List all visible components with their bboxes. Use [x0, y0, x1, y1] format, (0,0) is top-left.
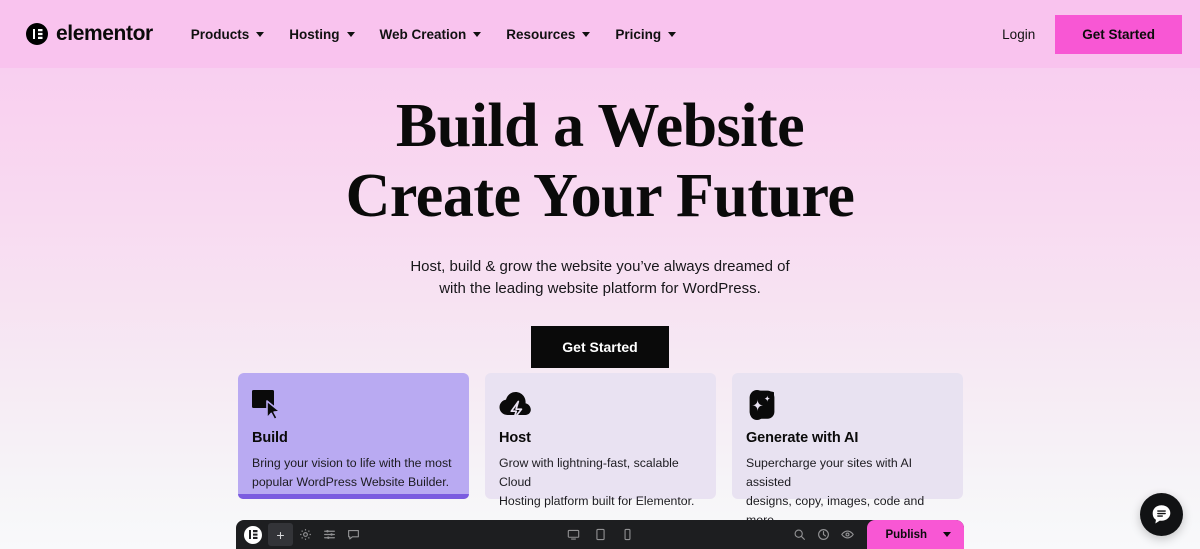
feature-card-description: Grow with lightning-fast, scalable Cloud… — [499, 454, 702, 511]
search-icon[interactable] — [787, 523, 811, 546]
history-icon[interactable] — [811, 523, 835, 546]
chevron-down-icon — [582, 31, 591, 37]
chat-bubble-icon — [1152, 505, 1171, 524]
hero-section: Build a Website Create Your Future Host,… — [0, 68, 1200, 368]
feature-cards: Build Bring your vision to life with the… — [238, 373, 963, 527]
nav-item-web-creation[interactable]: Web Creation — [380, 27, 482, 42]
elementor-mark-icon[interactable] — [244, 525, 262, 544]
hero-subtitle: Host, build & grow the website you’ve al… — [0, 256, 1200, 300]
feature-card-host[interactable]: Host Grow with lightning-fast, scalable … — [485, 373, 716, 508]
nav-label: Products — [190, 26, 250, 42]
header-actions: Login Get Started — [998, 14, 1182, 54]
add-element-button[interactable]: + — [268, 523, 293, 546]
nav-label: Hosting — [289, 26, 340, 42]
feature-card-generate-with-ai[interactable]: Generate with AI Supercharge your sites … — [732, 373, 963, 527]
feature-card-title: Host — [499, 430, 531, 446]
nav-item-products[interactable]: Products — [191, 27, 265, 42]
feature-card-description: Supercharge your sites with AI assisted … — [746, 454, 949, 530]
hero-title: Build a Website Create Your Future — [0, 68, 1200, 231]
feature-card-build[interactable]: Build Bring your vision to life with the… — [238, 373, 469, 499]
publish-label: Publish — [885, 528, 927, 541]
desc-line-1: Grow with lightning-fast, scalable Cloud — [499, 456, 679, 489]
chevron-down-icon — [473, 31, 482, 37]
main-navigation: Products Hosting Web Creation Resources … — [191, 26, 677, 42]
mobile-icon[interactable] — [615, 523, 639, 546]
chevron-down-icon — [346, 31, 355, 37]
toolbar-left-group: + — [236, 520, 365, 549]
nav-label: Resources — [506, 26, 576, 42]
settings-gear-icon[interactable] — [293, 523, 317, 546]
nav-item-resources[interactable]: Resources — [506, 26, 591, 42]
feature-card-description: Bring your vision to life with the most … — [252, 454, 455, 492]
hero-title-line-1: Build a Website — [395, 92, 805, 160]
hero-subtitle-line-1: Host, build & grow the website you’ve al… — [410, 258, 790, 275]
preview-eye-icon[interactable] — [835, 523, 859, 546]
nav-label: Web Creation — [379, 26, 467, 42]
cursor-square-icon — [252, 390, 455, 421]
get-started-button-header[interactable]: Get Started — [1055, 14, 1182, 54]
hero-subtitle-line-2: with the leading website platform for Wo… — [439, 280, 761, 297]
nav-item-hosting[interactable]: Hosting — [289, 26, 355, 42]
nav-item-pricing[interactable]: Pricing — [615, 26, 677, 42]
nav-label: Pricing — [615, 26, 662, 42]
desc-line-2: Hosting platform built for Elementor. — [499, 494, 695, 508]
publish-button[interactable]: Publish — [867, 520, 964, 549]
logo-wordmark: elementor — [56, 22, 153, 45]
chevron-down-icon — [668, 31, 677, 37]
chat-widget-button[interactable] — [1140, 493, 1183, 536]
feature-card-title: Generate with AI — [746, 430, 859, 446]
chevron-down-icon — [256, 31, 265, 37]
login-link[interactable]: Login — [998, 21, 1039, 48]
site-header: elementor Products Hosting Web Creation … — [0, 0, 1200, 68]
elementor-logo[interactable]: elementor — [26, 22, 153, 46]
toolbar-right-group: Publish — [787, 520, 964, 549]
desc-line-2: popular WordPress Website Builder. — [252, 475, 450, 489]
desc-line-1: Bring your vision to life with the most — [252, 456, 452, 470]
navigator-structure-icon[interactable] — [317, 523, 341, 546]
elementor-editor-toolbar: + Publish — [236, 520, 964, 549]
get-started-button-hero[interactable]: Get Started — [531, 326, 669, 368]
hero-title-line-2: Create Your Future — [345, 162, 855, 230]
desktop-icon[interactable] — [561, 523, 585, 546]
elementor-mark-icon — [26, 23, 48, 45]
desc-line-1: Supercharge your sites with AI assisted — [746, 456, 913, 489]
elementor-homepage-preview: elementor Products Hosting Web Creation … — [0, 0, 1200, 549]
comments-bubble-icon[interactable] — [341, 523, 365, 546]
chevron-down-icon — [943, 532, 951, 537]
feature-card-title: Build — [252, 430, 288, 446]
cloud-bolt-icon — [499, 390, 702, 421]
tablet-icon[interactable] — [588, 523, 612, 546]
ai-sparkle-icon — [746, 390, 949, 420]
